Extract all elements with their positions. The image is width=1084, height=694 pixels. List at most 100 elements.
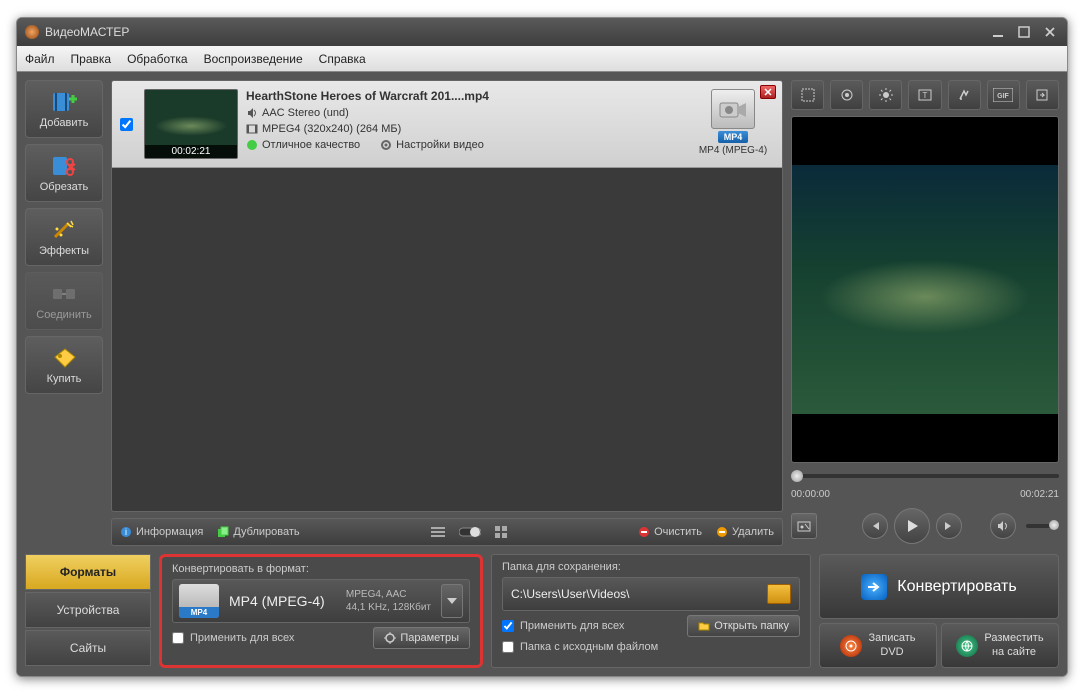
- volume-slider[interactable]: [1026, 524, 1059, 528]
- list-toolbar: iИнформация Дублировать Очистить Удалить: [111, 518, 783, 546]
- open-folder-button[interactable]: Открыть папку: [687, 615, 800, 637]
- timeline-knob[interactable]: [791, 470, 803, 482]
- menu-file[interactable]: Файл: [25, 52, 55, 66]
- svg-text:i: i: [125, 527, 127, 537]
- format-dropdown-button[interactable]: [441, 584, 463, 618]
- brightness-tool-icon[interactable]: [869, 80, 902, 110]
- preview-image: [792, 165, 1058, 413]
- format-name: MP4 (MPEG-4): [229, 593, 336, 609]
- save-path-row: C:\Users\User\Videos\: [502, 577, 800, 611]
- file-info: HearthStone Heroes of Warcraft 201....mp…: [246, 89, 684, 159]
- duplicate-button[interactable]: Дублировать: [217, 526, 299, 538]
- timeline[interactable]: [791, 469, 1059, 483]
- category-tabs: Форматы Устройства Сайты: [25, 554, 151, 668]
- join-button[interactable]: Соединить: [25, 272, 103, 330]
- scissors-icon: [50, 154, 78, 178]
- svg-text:T: T: [923, 91, 928, 100]
- prev-button[interactable]: [862, 513, 888, 539]
- crop-tool-icon[interactable]: [791, 80, 824, 110]
- snapshot-button[interactable]: [791, 513, 817, 539]
- convert-arrow-icon: [861, 574, 887, 600]
- file-thumbnail[interactable]: 00:02:21: [144, 89, 238, 159]
- buy-button[interactable]: Купить: [25, 336, 103, 394]
- maximize-button[interactable]: [1015, 25, 1033, 39]
- bottom-area: Форматы Устройства Сайты Конвертировать …: [17, 554, 1067, 676]
- sidebar: Добавить Обрезать Эффекты Соединить Купи…: [25, 80, 103, 546]
- file-duration: 00:02:21: [145, 145, 237, 158]
- tab-formats[interactable]: Форматы: [25, 554, 151, 590]
- convert-header: Конвертировать в формат:: [172, 563, 470, 575]
- close-button[interactable]: [1041, 25, 1059, 39]
- clear-button[interactable]: Очистить: [638, 526, 702, 538]
- format-selector[interactable]: MP4 MP4 (MPEG-4) MPEG4, AAC 44,1 KHz, 12…: [172, 579, 470, 623]
- text-tool-icon[interactable]: T: [908, 80, 941, 110]
- menubar: Файл Правка Обработка Воспроизведение Сп…: [17, 46, 1067, 72]
- preview-toolbar: T GIF: [791, 80, 1059, 110]
- player-controls: [791, 506, 1059, 546]
- file-format: MP4 MP4 (MPEG-4): [692, 89, 774, 159]
- cut-button[interactable]: Обрезать: [25, 144, 103, 202]
- format-details: MPEG4, AAC 44,1 KHz, 128Кбит: [346, 588, 431, 614]
- preview-viewport[interactable]: [791, 116, 1059, 463]
- dvd-button[interactable]: Записать DVD: [819, 623, 937, 668]
- titlebar: ВидеоМАСТЕР: [17, 18, 1067, 46]
- app-title: ВидеоМАСТЕР: [45, 25, 129, 39]
- delete-button[interactable]: Удалить: [716, 526, 774, 538]
- dvd-icon: [840, 635, 862, 657]
- convert-button[interactable]: Конвертировать: [819, 554, 1059, 619]
- info-button[interactable]: iИнформация: [120, 526, 203, 538]
- content-area: Добавить Обрезать Эффекты Соединить Купи…: [17, 72, 1067, 554]
- format-badge: MP4: [718, 131, 749, 143]
- play-button[interactable]: [894, 508, 930, 544]
- globe-icon: [956, 635, 978, 657]
- time-current: 00:00:00: [791, 489, 830, 500]
- minimize-button[interactable]: [989, 25, 1007, 39]
- quality-icon: [246, 139, 258, 151]
- save-header: Папка для сохранения:: [502, 561, 800, 573]
- camcorder-icon: [711, 89, 755, 129]
- audio-icon: [246, 107, 258, 119]
- tag-icon: [50, 346, 78, 370]
- app-window: ВидеоМАСТЕР Файл Правка Обработка Воспро…: [16, 17, 1068, 677]
- remove-file-button[interactable]: [760, 85, 776, 99]
- view-list-icon[interactable]: [431, 526, 445, 538]
- tab-devices[interactable]: Устройства: [25, 592, 151, 628]
- save-folder-panel: Папка для сохранения: C:\Users\User\Vide…: [491, 554, 811, 668]
- view-toggle-icon[interactable]: [459, 526, 481, 538]
- browse-folder-button[interactable]: [767, 584, 791, 604]
- save-path: C:\Users\User\Videos\: [511, 587, 629, 601]
- parameters-button[interactable]: Параметры: [373, 627, 470, 649]
- join-icon: [50, 282, 78, 306]
- enhance-tool-icon[interactable]: [830, 80, 863, 110]
- apply-all-format-checkbox[interactable]: [172, 632, 184, 644]
- preview-pane: T GIF 00:00:00 00:02:21: [791, 80, 1059, 546]
- menu-playback[interactable]: Воспроизведение: [204, 52, 303, 66]
- tab-sites[interactable]: Сайты: [25, 630, 151, 666]
- gif-tool-icon[interactable]: GIF: [987, 80, 1020, 110]
- center-pane: 00:02:21 HearthStone Heroes of Warcraft …: [111, 80, 783, 546]
- add-button[interactable]: Добавить: [25, 80, 103, 138]
- effects-button[interactable]: Эффекты: [25, 208, 103, 266]
- wand-icon: [50, 218, 78, 242]
- format-icon: MP4: [179, 584, 219, 618]
- speed-tool-icon[interactable]: [948, 80, 981, 110]
- upload-button[interactable]: Разместить на сайте: [941, 623, 1059, 668]
- menu-help[interactable]: Справка: [319, 52, 366, 66]
- time-total: 00:02:21: [1020, 489, 1059, 500]
- convert-format-panel: Конвертировать в формат: MP4 MP4 (MPEG-4…: [159, 554, 483, 668]
- gear-icon: [380, 139, 392, 151]
- menu-edit[interactable]: Правка: [71, 52, 112, 66]
- view-grid-icon[interactable]: [495, 526, 507, 538]
- source-folder-checkbox[interactable]: [502, 641, 514, 653]
- video-icon: [246, 123, 258, 135]
- file-item[interactable]: 00:02:21 HearthStone Heroes of Warcraft …: [112, 81, 782, 168]
- file-checkbox[interactable]: [120, 118, 133, 131]
- fullscreen-tool-icon[interactable]: [1026, 80, 1059, 110]
- add-icon: [50, 90, 78, 114]
- menu-process[interactable]: Обработка: [127, 52, 188, 66]
- volume-button[interactable]: [990, 513, 1016, 539]
- action-buttons: Конвертировать Записать DVD Разместить н…: [819, 554, 1059, 668]
- svg-text:GIF: GIF: [997, 93, 1009, 100]
- next-button[interactable]: [936, 513, 962, 539]
- apply-all-save-checkbox[interactable]: [502, 620, 514, 632]
